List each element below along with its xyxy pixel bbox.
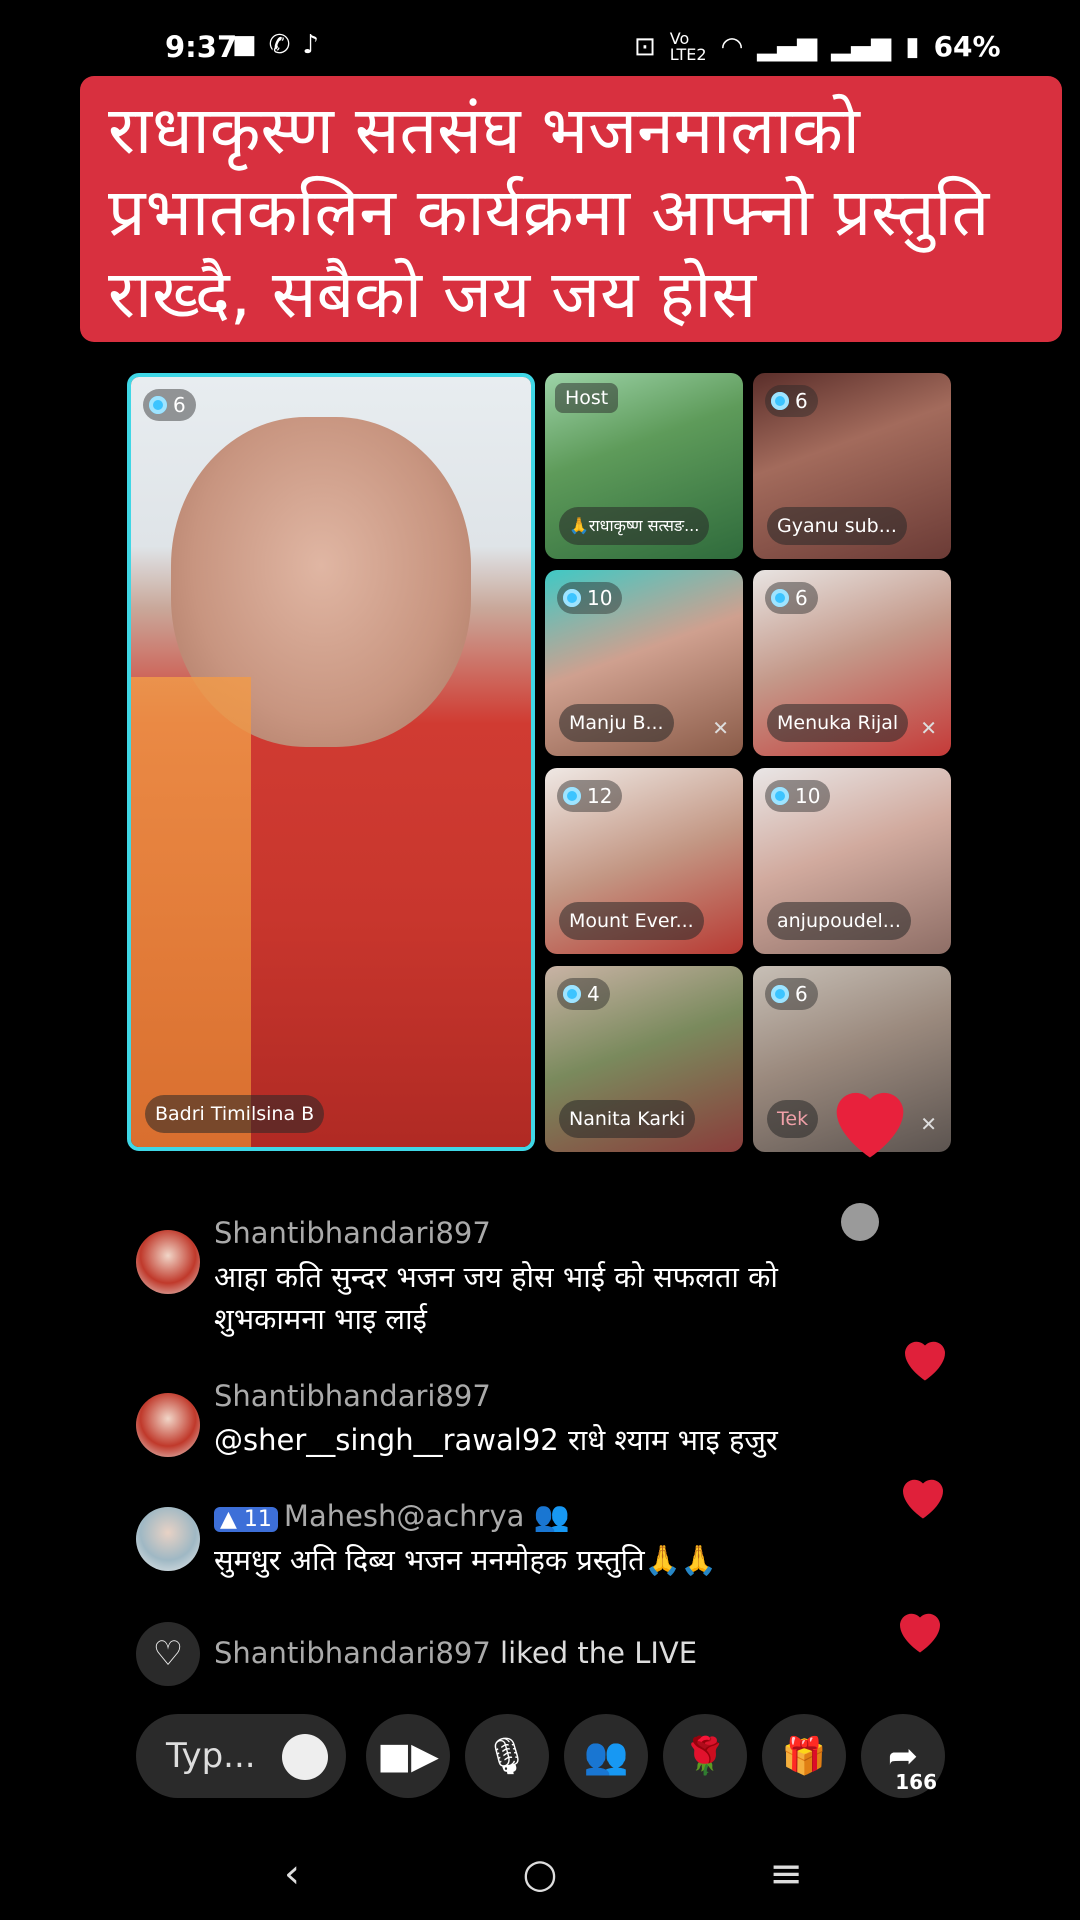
viewer-count: 6 bbox=[765, 978, 818, 1010]
status-time: 9:37 bbox=[165, 30, 238, 64]
mic-off-icon: 🎙 bbox=[484, 1736, 530, 1777]
video-camera-button[interactable]: ■▶ bbox=[366, 1714, 450, 1798]
comment-username[interactable]: Shantibhandari897 bbox=[214, 1216, 491, 1250]
participant-tile[interactable]: 6 Menuka Rijal ✕ bbox=[753, 570, 951, 756]
team-icon: 👥 bbox=[533, 1499, 570, 1533]
viewer-icon bbox=[771, 985, 789, 1003]
heart-icon bbox=[836, 1092, 904, 1158]
camera-icon: ■ bbox=[232, 30, 257, 60]
comment-placeholder: Typ... bbox=[166, 1736, 256, 1776]
heart-icon bbox=[903, 1479, 943, 1519]
heart-icon bbox=[905, 1341, 945, 1381]
viewer-icon bbox=[563, 787, 581, 805]
participant-tile[interactable]: 12 Mount Ever... bbox=[545, 768, 743, 954]
rose-gift-button[interactable]: 🌹 bbox=[663, 1714, 747, 1798]
wifi-icon: ◠ bbox=[720, 31, 744, 62]
guests-button[interactable]: 👥 bbox=[564, 1714, 648, 1798]
phone-icon: ✆ bbox=[268, 30, 291, 60]
signal-icon: ▂▄▆ bbox=[831, 31, 892, 62]
participant-name: Nanita Karki bbox=[559, 1100, 696, 1138]
tiktok-icon: ♪ bbox=[302, 30, 319, 60]
avatar[interactable] bbox=[136, 1507, 200, 1571]
comment-text: सुमधुर अति दिब्य भजन मनमोहक प्रस्तुति🙏🙏 bbox=[214, 1543, 717, 1577]
mic-off-icon: ✕ bbox=[712, 716, 729, 740]
gift-button[interactable]: 🎁 bbox=[762, 1714, 846, 1798]
mic-toggle-button[interactable]: 🎙 bbox=[465, 1714, 549, 1798]
participant-name: anjupoudel... bbox=[767, 902, 911, 940]
participant-tile-host[interactable]: Host 🙏राधाकृष्ण सत्सङ... bbox=[545, 373, 743, 559]
viewer-count: 6 bbox=[143, 389, 196, 421]
participant-name: Gyanu sub... bbox=[767, 507, 907, 545]
mic-off-icon: ✕ bbox=[920, 716, 937, 740]
heart-icon bbox=[900, 1613, 940, 1653]
viewer-count: 6 bbox=[765, 582, 818, 614]
like-notice: ♡ Shantibhandari897 liked the LIVE bbox=[136, 1622, 836, 1686]
participant-tile[interactable]: 10 Manju B... ✕ bbox=[545, 570, 743, 756]
participant-tile[interactable]: 10 anjupoudel... bbox=[753, 768, 951, 954]
participant-name: Manju B... bbox=[559, 704, 674, 742]
gift-icon: 🎁 bbox=[781, 1736, 827, 1777]
viewer-icon bbox=[563, 589, 581, 607]
home-icon[interactable]: ○ bbox=[510, 1844, 570, 1904]
scroll-indicator[interactable] bbox=[841, 1203, 879, 1241]
avatar[interactable] bbox=[136, 1393, 200, 1457]
video-camera-icon: ■▶ bbox=[377, 1735, 439, 1777]
participant-name: Tek bbox=[767, 1100, 819, 1138]
main-speaker-tile[interactable]: 6 Badri Timilsina B bbox=[127, 373, 535, 1151]
volte-icon: Vo LTE2 bbox=[669, 28, 707, 64]
viewer-icon bbox=[149, 396, 167, 414]
participant-tile[interactable]: 4 Nanita Karki bbox=[545, 966, 743, 1152]
share-button[interactable]: ➦ 166 bbox=[861, 1714, 945, 1798]
viewer-count: 10 bbox=[765, 780, 831, 812]
viewer-icon bbox=[563, 985, 581, 1003]
comment-username[interactable]: ▲ 11 Mahesh@achrya 👥 bbox=[214, 1499, 570, 1534]
viewer-count: 6 bbox=[765, 385, 818, 417]
comment-input[interactable]: Typ... bbox=[136, 1714, 346, 1798]
guests-icon: 👥 bbox=[583, 1736, 629, 1777]
bottom-action-bar: Typ... ■▶ 🎙 👥 🌹 🎁 ➦ 166 bbox=[136, 1714, 966, 1800]
viewer-count: 4 bbox=[557, 978, 610, 1010]
comment-text: @sher__singh__rawal92 राधे श्याम भाइ हजु… bbox=[214, 1423, 778, 1457]
participant-name: Mount Ever... bbox=[559, 902, 704, 940]
participant-name: 🙏राधाकृष्ण सत्सङ... bbox=[559, 507, 710, 545]
battery-percent: 64% bbox=[933, 30, 1001, 63]
share-count: 166 bbox=[895, 1770, 937, 1794]
host-badge: Host bbox=[555, 383, 619, 413]
system-nav-bar: ‹ ○ ≡ bbox=[0, 1830, 1080, 1920]
like-username[interactable]: Shantibhandari897 bbox=[214, 1636, 491, 1670]
participant-tile[interactable]: 6 Gyanu sub... bbox=[753, 373, 951, 559]
recents-icon[interactable]: ≡ bbox=[756, 1844, 816, 1904]
viewer-count: 12 bbox=[557, 780, 623, 812]
caption-banner: राधाकृस्ण सतसंघ भजनमालाको प्रभातकलिन कार… bbox=[80, 76, 1062, 342]
avatar[interactable] bbox=[136, 1230, 200, 1294]
comment-username[interactable]: Shantibhandari897 bbox=[214, 1379, 491, 1413]
caption-text: राधाकृस्ण सतसंघ भजनमालाको प्रभातकलिन कार… bbox=[108, 92, 990, 333]
viewer-count: 10 bbox=[557, 582, 623, 614]
battery-icon: ▮ bbox=[905, 31, 920, 62]
viewer-icon bbox=[771, 392, 789, 410]
heart-outline-icon: ♡ bbox=[136, 1622, 200, 1686]
cast-icon: ⊡ bbox=[634, 31, 656, 62]
emoji-icon[interactable] bbox=[282, 1734, 328, 1780]
viewer-icon bbox=[771, 787, 789, 805]
like-action: liked the LIVE bbox=[500, 1636, 698, 1670]
participant-name: Menuka Rijal bbox=[767, 704, 909, 742]
rose-gift-icon: 🌹 bbox=[682, 1736, 728, 1777]
viewer-icon bbox=[771, 589, 789, 607]
comment-text: आहा कति सुन्दर भजन जय होस भाई को सफलता क… bbox=[214, 1260, 778, 1336]
signal-icon: ▂▄▆ bbox=[757, 31, 818, 62]
back-icon[interactable]: ‹ bbox=[262, 1844, 322, 1904]
participant-name: Badri Timilsina B bbox=[145, 1095, 325, 1133]
level-badge: ▲ 11 bbox=[214, 1507, 278, 1532]
